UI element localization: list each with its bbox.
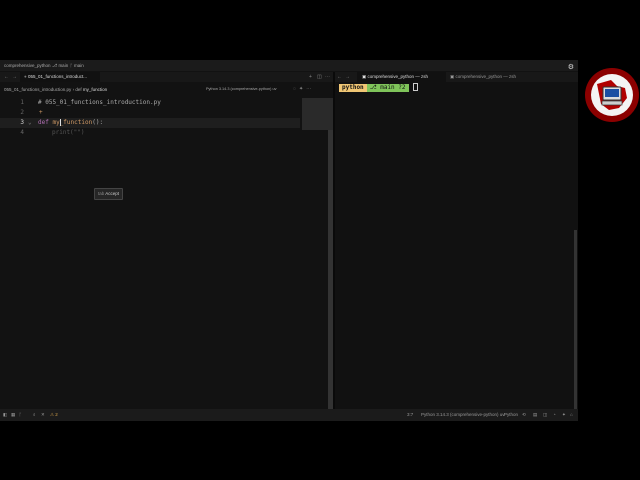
layout-icon[interactable]: ▤ [533,412,537,418]
terminal-scrollbar[interactable] [574,230,577,421]
minimap[interactable] [302,98,333,130]
panel-toggle-icon[interactable]: ◧ [3,412,7,418]
terminal-cursor [412,83,418,91]
back-icon[interactable]: ← [4,72,9,82]
editor-actions: ◌✦⋯ [293,86,314,92]
add-marker-icon: + [39,109,43,116]
terminal-prompt: python ⎇ main ?2 [339,83,418,92]
back-icon[interactable]: ← [337,72,342,82]
branch-icon[interactable]: ᚴ [19,412,22,417]
computer-icon [597,80,627,110]
completion-hint[interactable]: tab Accept [94,188,124,200]
terminal-tab-bar: ← → ▣ comprehensive_python — zsh ▣ compr… [335,72,578,82]
code-line: 1 # 055_01_functions_introduction.py [20,99,161,106]
inline-suggestion: print("") [52,129,85,136]
warning-icon[interactable]: ⚠ 2 [50,412,58,418]
code-line: 2 + [20,109,43,116]
grid-icon[interactable]: ▦ [11,412,15,418]
branch-indicator-secondary[interactable]: ᚴ main [70,63,84,68]
function-name: my_function [52,119,93,126]
gear-icon[interactable]: ⚙ [568,63,574,71]
more-icon[interactable]: ⋯ [306,86,314,92]
breadcrumb: 055_01_functions_introduction.py › def m… [4,87,108,92]
status-interpreter[interactable]: Python 3.14.3 (comprehensive-python) uv [421,412,505,417]
sparkle-icon[interactable]: ✦ [562,412,566,418]
editor-tab-bar: ← → ● 055_01_functions_introduct... + ◫ … [0,72,333,82]
interpreter-selector[interactable]: Python 3.14.3 (comprehensive-python) uv [206,87,277,91]
tab-terminal-2[interactable]: ▣ comprehensive_python — zsh [445,72,534,82]
code-line: 4 print("") [20,129,85,136]
project-name[interactable]: comprehensive_python [4,63,51,68]
language-mode[interactable]: Python [504,412,518,417]
bell-icon[interactable]: ⌂ [570,412,573,417]
tab-terminal-1[interactable]: ▣ comprehensive_python — zsh [357,72,446,82]
git-segment: ⎇ main ?2 [366,83,409,92]
branch-indicator[interactable]: ⎇ main [52,63,68,69]
forward-icon[interactable]: → [12,72,17,82]
modified-dot-icon: ● [24,74,27,79]
code-line-current: 3 ⌄ def my_function(): [0,118,300,128]
breadcrumb-symbol[interactable]: my_function [83,87,107,92]
split-icon[interactable]: ◫ [543,412,547,418]
sync-icon[interactable]: ⟲ [522,412,526,418]
breadcrumb-file[interactable]: 055_01_functions_introduction.py [4,87,71,92]
more-icon[interactable]: ⋯ [325,72,330,82]
channel-logo-inner [591,74,633,116]
code-editor[interactable]: 1 # 055_01_functions_introduction.py 2 +… [0,96,333,409]
forward-icon[interactable]: → [345,72,350,82]
status-bar: ◧ ▦ ᚴ ⌕ ✕ ⚠ 2 3:7 Python 3.14.3 (compreh… [0,409,578,421]
terminal-pane[interactable]: python ⎇ main ?2 [335,82,578,409]
plus-icon[interactable]: + [309,72,312,82]
env-segment: python [339,83,367,92]
search-icon[interactable]: ⌕ [33,412,36,417]
diagnostics-icon[interactable]: ✕ [41,412,45,418]
split-icon[interactable]: ◫ [317,72,322,82]
ide-window: comprehensive_python ⎇ main ᚴ main ⚙ ← →… [0,60,578,421]
people-icon[interactable]: ◔ [553,412,556,417]
cursor-position[interactable]: 3:7 [407,412,413,417]
tab-editor-file[interactable]: ● 055_01_functions_introduct... [20,72,100,82]
fold-chevron-icon[interactable]: ⌄ [28,118,32,128]
title-bar: comprehensive_python ⎇ main ᚴ main ⚙ [0,60,578,71]
text-cursor [60,119,61,126]
